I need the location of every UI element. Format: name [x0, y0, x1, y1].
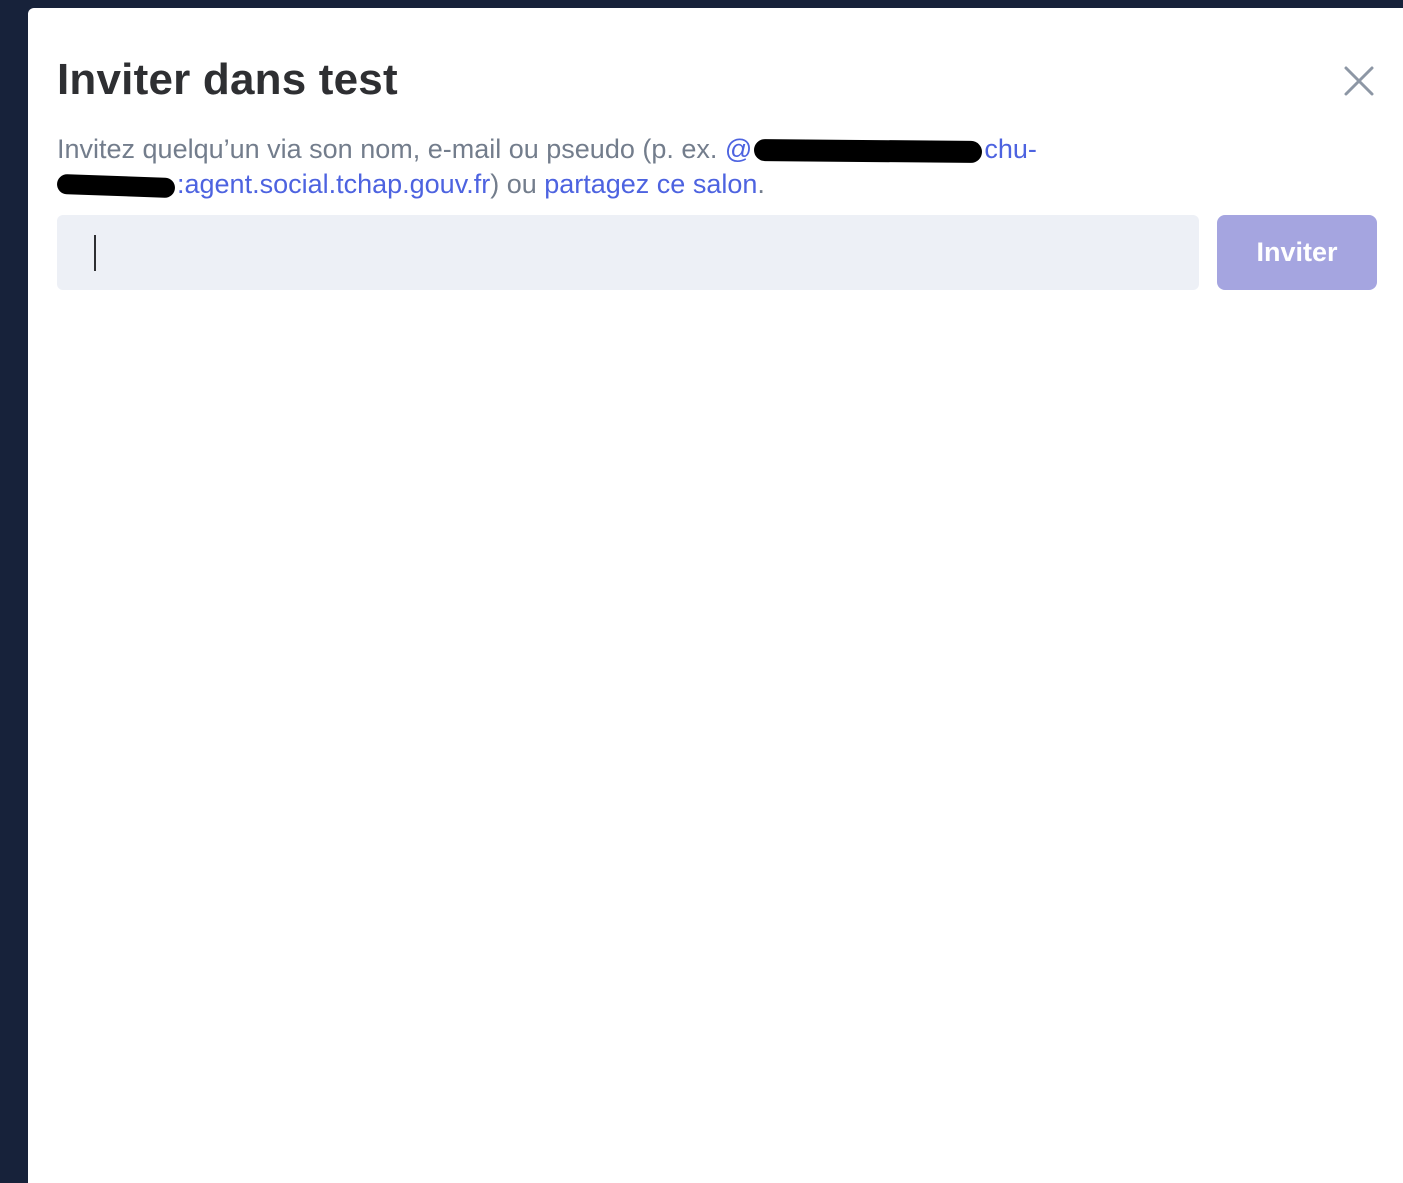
dialog-title: Inviter dans test	[57, 55, 398, 104]
invite-search-field[interactable]	[57, 215, 1199, 290]
text-caret	[94, 235, 96, 271]
invite-button[interactable]: Inviter	[1217, 215, 1377, 290]
invite-search-input[interactable]	[57, 215, 1199, 290]
description-suffix: .	[757, 169, 765, 199]
close-button[interactable]	[1342, 64, 1376, 98]
description-middle: ) ou	[490, 169, 545, 199]
close-icon	[1344, 66, 1374, 96]
invite-dialog: Inviter dans test Invitez quelqu’un via …	[28, 8, 1403, 1183]
redacted-scribble	[56, 173, 176, 198]
share-room-link[interactable]: partagez ce salon	[544, 169, 757, 199]
dialog-description: Invitez quelqu’un via son nom, e-mail ou…	[56, 132, 1057, 202]
redacted-scribble	[754, 138, 983, 163]
description-prefix: Invitez quelqu’un via son nom, e-mail ou…	[57, 134, 725, 164]
